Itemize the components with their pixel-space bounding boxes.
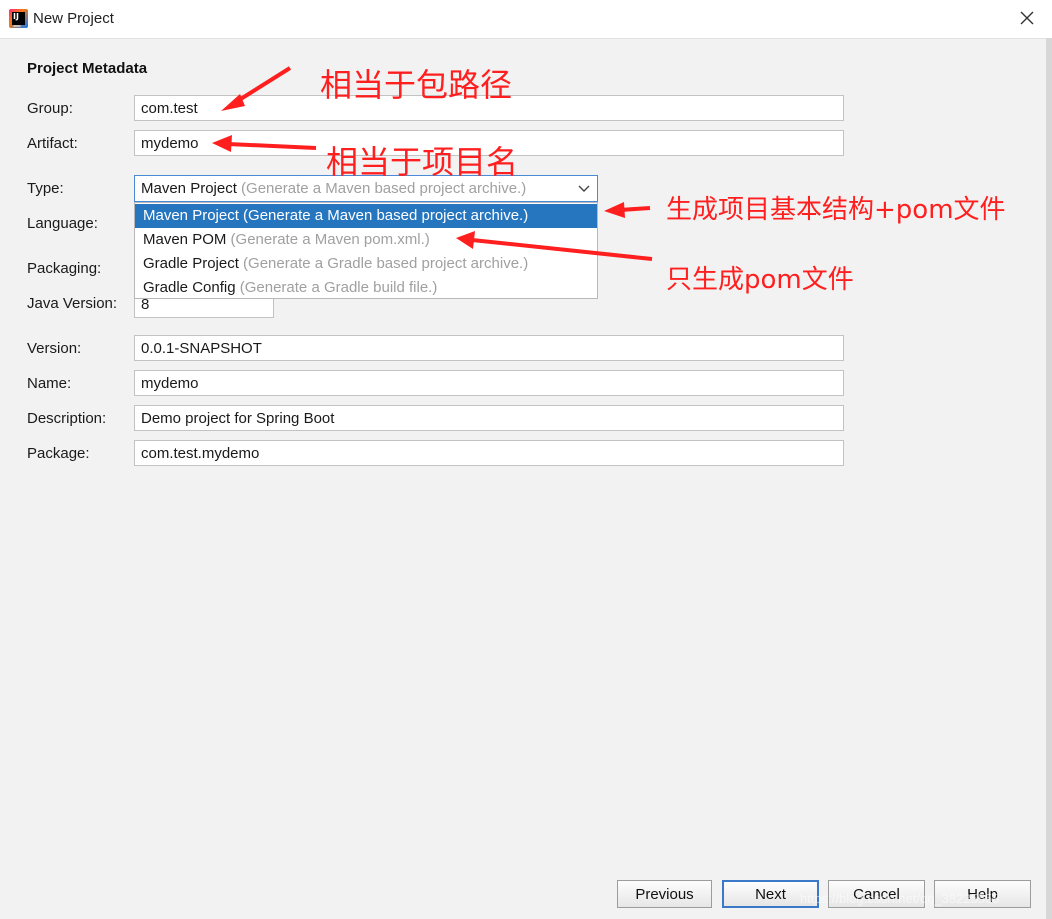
java-version-label: Java Version:	[27, 295, 118, 312]
artifact-annotation: 相当于项目名	[326, 143, 519, 181]
version-field[interactable]	[134, 335, 844, 361]
artifact-label: Artifact:	[27, 135, 78, 152]
arrow-to-maven-project	[604, 202, 651, 218]
title-bar: IJ — New Project	[0, 0, 1052, 39]
type-option-hint: (Generate a Gradle based project archive…	[243, 255, 529, 272]
type-option[interactable]: Maven POM (Generate a Maven pom.xml.)	[135, 228, 597, 252]
watermark: https://blog.csdn.net/qq_38225558	[800, 891, 1000, 906]
type-dropdown-list: Maven Project (Generate a Maven based pr…	[134, 202, 598, 299]
group-label: Group:	[27, 100, 73, 117]
packaging-label: Packaging:	[27, 260, 102, 277]
type-option[interactable]: Gradle Project (Generate a Gradle based …	[135, 252, 597, 276]
window-title: New Project	[33, 10, 114, 27]
language-label: Language:	[27, 215, 98, 232]
type-option-name: Gradle Config	[143, 279, 236, 296]
package-field[interactable]	[134, 440, 844, 466]
maven-pom-annotation: 只生成pom文件	[666, 265, 854, 295]
previous-button[interactable]: Previous	[617, 880, 712, 908]
version-label: Version:	[27, 340, 82, 357]
type-option-name: Maven POM	[143, 231, 227, 248]
type-option-hint: (Generate a Maven pom.xml.)	[230, 231, 430, 248]
type-option[interactable]: Maven Project (Generate a Maven based pr…	[135, 204, 597, 228]
name-field[interactable]	[134, 370, 844, 396]
close-icon[interactable]	[1016, 7, 1038, 29]
description-label: Description:	[27, 410, 107, 427]
type-option-name: Gradle Project	[143, 255, 239, 272]
type-select-value: Maven Project	[141, 180, 237, 197]
type-label: Type:	[27, 180, 64, 197]
type-option-hint: (Generate a Maven based project archive.…	[243, 207, 529, 224]
name-label: Name:	[27, 375, 72, 392]
maven-project-annotation: 生成项目基本结构+pom文件	[666, 195, 1006, 225]
description-field[interactable]	[134, 405, 844, 431]
type-option[interactable]: Gradle Config (Generate a Gradle build f…	[135, 276, 597, 300]
section-title: Project Metadata	[27, 60, 148, 77]
window-edge	[1046, 38, 1052, 919]
group-annotation: 相当于包路径	[320, 66, 513, 104]
package-label: Package:	[27, 445, 90, 462]
intellij-logo-icon: IJ —	[9, 9, 28, 30]
type-option-hint: (Generate a Gradle build file.)	[239, 279, 438, 296]
type-option-name: Maven Project	[143, 207, 239, 224]
chevron-down-icon	[578, 185, 590, 192]
